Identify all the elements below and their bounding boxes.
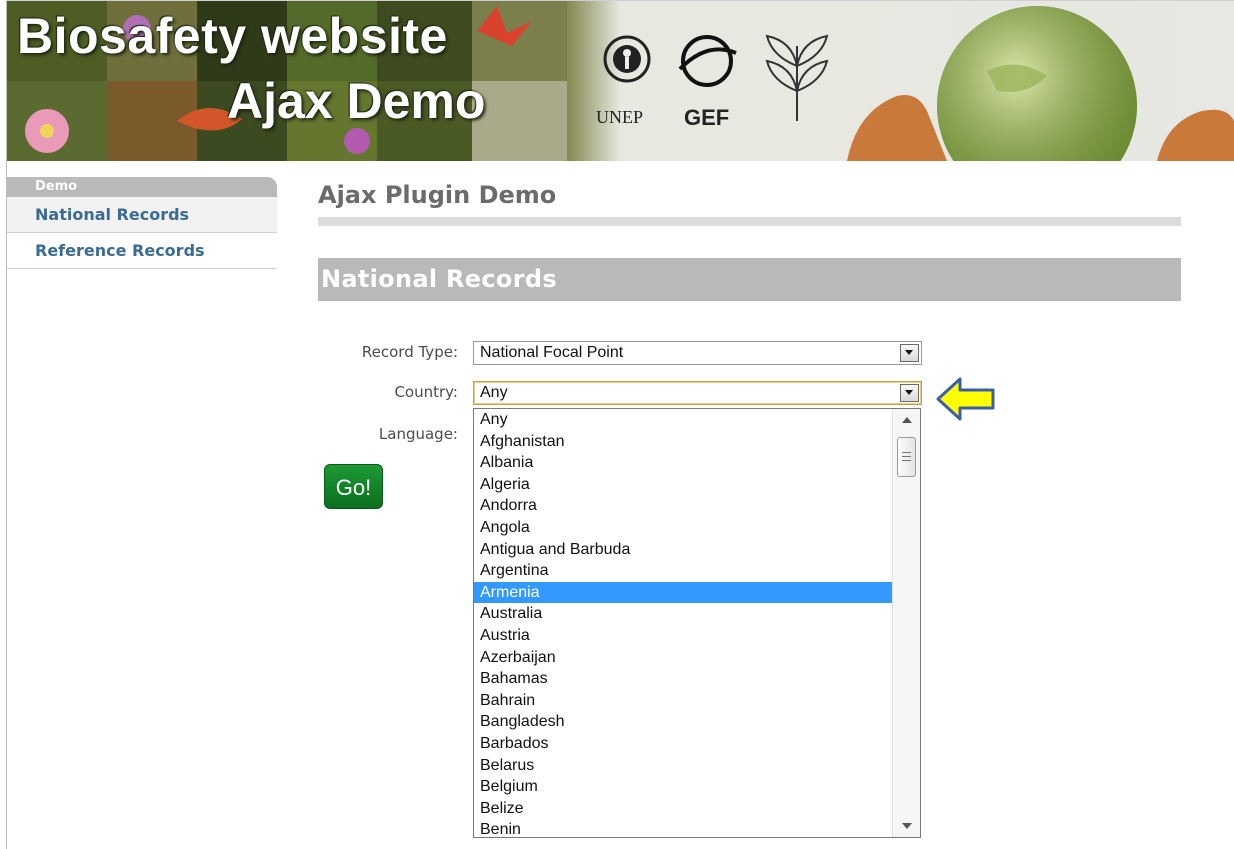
- country-dropdown-arrow-icon[interactable]: [900, 384, 919, 402]
- sidebar-item-reference-records[interactable]: Reference Records: [7, 233, 277, 269]
- scroll-thumb[interactable]: [897, 437, 916, 477]
- unep-logo-icon: [603, 35, 651, 83]
- leaf-logo-icon: [765, 34, 829, 121]
- unep-logo-label: UNEP: [596, 107, 644, 127]
- globe-in-hands-image: [847, 6, 1234, 161]
- country-value: Any: [480, 384, 508, 401]
- country-option[interactable]: Algeria: [474, 474, 893, 496]
- title-divider: [318, 217, 1181, 226]
- country-option[interactable]: Australia: [474, 603, 893, 625]
- country-options: Any Afghanistan Albania Algeria Andorra Angol…: [474, 409, 893, 837]
- country-option[interactable]: Argentina: [474, 560, 893, 582]
- site-banner: Biosafety website Ajax Demo UNEP GEF: [7, 1, 1234, 161]
- country-select[interactable]: Any: [473, 381, 922, 405]
- thumb-grip-line: [902, 460, 911, 461]
- yellow-pointer-arrow-icon: [936, 377, 995, 421]
- country-dropdown-list[interactable]: Any Afghanistan Albania Algeria Andorra Angol…: [473, 408, 921, 838]
- banner-title: Biosafety website: [17, 8, 448, 64]
- country-option[interactable]: Andorra: [474, 495, 893, 517]
- record-type-dropdown-arrow-icon[interactable]: [900, 344, 919, 362]
- country-option[interactable]: Bahamas: [474, 668, 893, 690]
- country-option[interactable]: Benin: [474, 819, 893, 837]
- record-type-select[interactable]: National Focal Point: [473, 341, 922, 365]
- country-option[interactable]: Austria: [474, 625, 893, 647]
- country-label: Country:: [394, 383, 458, 401]
- sidebar: Demo National Records Reference Records: [7, 177, 277, 269]
- sidebar-item-national-records[interactable]: National Records: [7, 197, 277, 233]
- banner-subtitle: Ajax Demo: [227, 73, 486, 129]
- scroll-down-arrow-icon[interactable]: [902, 823, 912, 829]
- country-option[interactable]: Belize: [474, 798, 893, 820]
- gef-logo-label: GEF: [684, 105, 730, 130]
- country-option[interactable]: Angola: [474, 517, 893, 539]
- section-header-bar: National Records: [318, 258, 1181, 301]
- country-option[interactable]: Bahrain: [474, 690, 893, 712]
- country-option[interactable]: Any: [474, 409, 893, 431]
- language-label: Language:: [378, 425, 458, 443]
- gef-logo-icon: [678, 35, 737, 87]
- go-button[interactable]: Go!: [324, 464, 383, 509]
- dropdown-scrollbar[interactable]: [892, 409, 920, 837]
- country-option[interactable]: Belgium: [474, 776, 893, 798]
- country-option[interactable]: Belarus: [474, 755, 893, 777]
- country-option[interactable]: Barbados: [474, 733, 893, 755]
- sidebar-heading: Demo: [7, 177, 277, 197]
- country-option[interactable]: Azerbaijan: [474, 647, 893, 669]
- scroll-up-arrow-icon[interactable]: [902, 417, 912, 423]
- country-option[interactable]: Antigua and Barbuda: [474, 539, 893, 561]
- thumb-grip-line: [902, 452, 911, 453]
- country-option[interactable]: Armenia: [474, 581, 893, 604]
- country-option[interactable]: Afghanistan: [474, 431, 893, 453]
- record-type-label: Record Type:: [361, 343, 458, 361]
- record-type-value: National Focal Point: [480, 344, 624, 361]
- country-option[interactable]: Albania: [474, 452, 893, 474]
- page-title: Ajax Plugin Demo: [318, 181, 557, 209]
- thumb-grip-line: [902, 456, 911, 457]
- country-option[interactable]: Bangladesh: [474, 711, 893, 733]
- partner-logos: UNEP GEF: [592, 21, 852, 131]
- section-title: National Records: [321, 265, 557, 293]
